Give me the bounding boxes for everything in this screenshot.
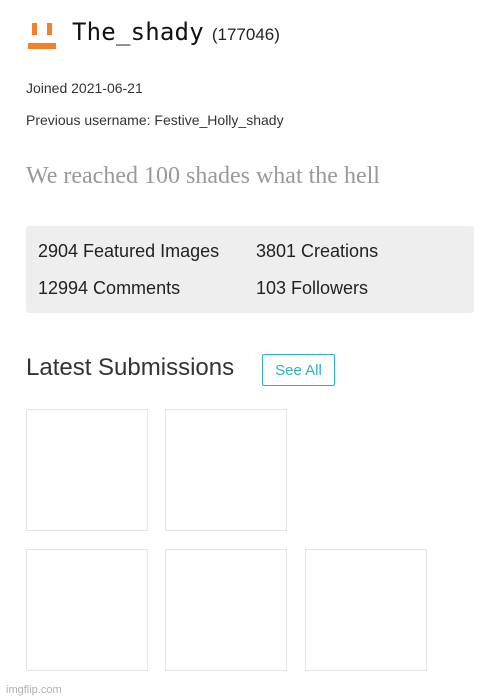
submission-thumbnail[interactable]	[26, 409, 148, 531]
stat-creations[interactable]: 3801 Creations	[256, 241, 378, 262]
latest-submissions-title: Latest Submissions	[26, 354, 235, 381]
see-all-button[interactable]: See All	[262, 354, 335, 386]
stat-followers[interactable]: 103 Followers	[256, 278, 368, 299]
stat-comments[interactable]: 12994 Comments	[38, 278, 180, 299]
user-bio: We reached 100 shades what the hell	[26, 163, 380, 189]
stats-panel: 2904 Featured Images 3801 Creations 1299…	[26, 226, 474, 313]
submission-thumbnail[interactable]	[305, 549, 427, 671]
user-face-icon	[26, 21, 58, 51]
joined-date: Joined 2021-06-21	[26, 80, 143, 96]
stat-featured-images[interactable]: 2904 Featured Images	[38, 241, 219, 262]
username: The_shady	[72, 18, 204, 46]
user-header: The_shady (177046)	[26, 18, 280, 54]
previous-username: Previous username: Festive_Holly_shady	[26, 112, 284, 128]
submission-thumbnail[interactable]	[165, 549, 287, 671]
imgflip-watermark: imgflip.com	[6, 684, 62, 696]
submission-thumbnail[interactable]	[165, 409, 287, 531]
submission-thumbnail[interactable]	[26, 549, 148, 671]
user-points: (177046)	[211, 25, 280, 44]
